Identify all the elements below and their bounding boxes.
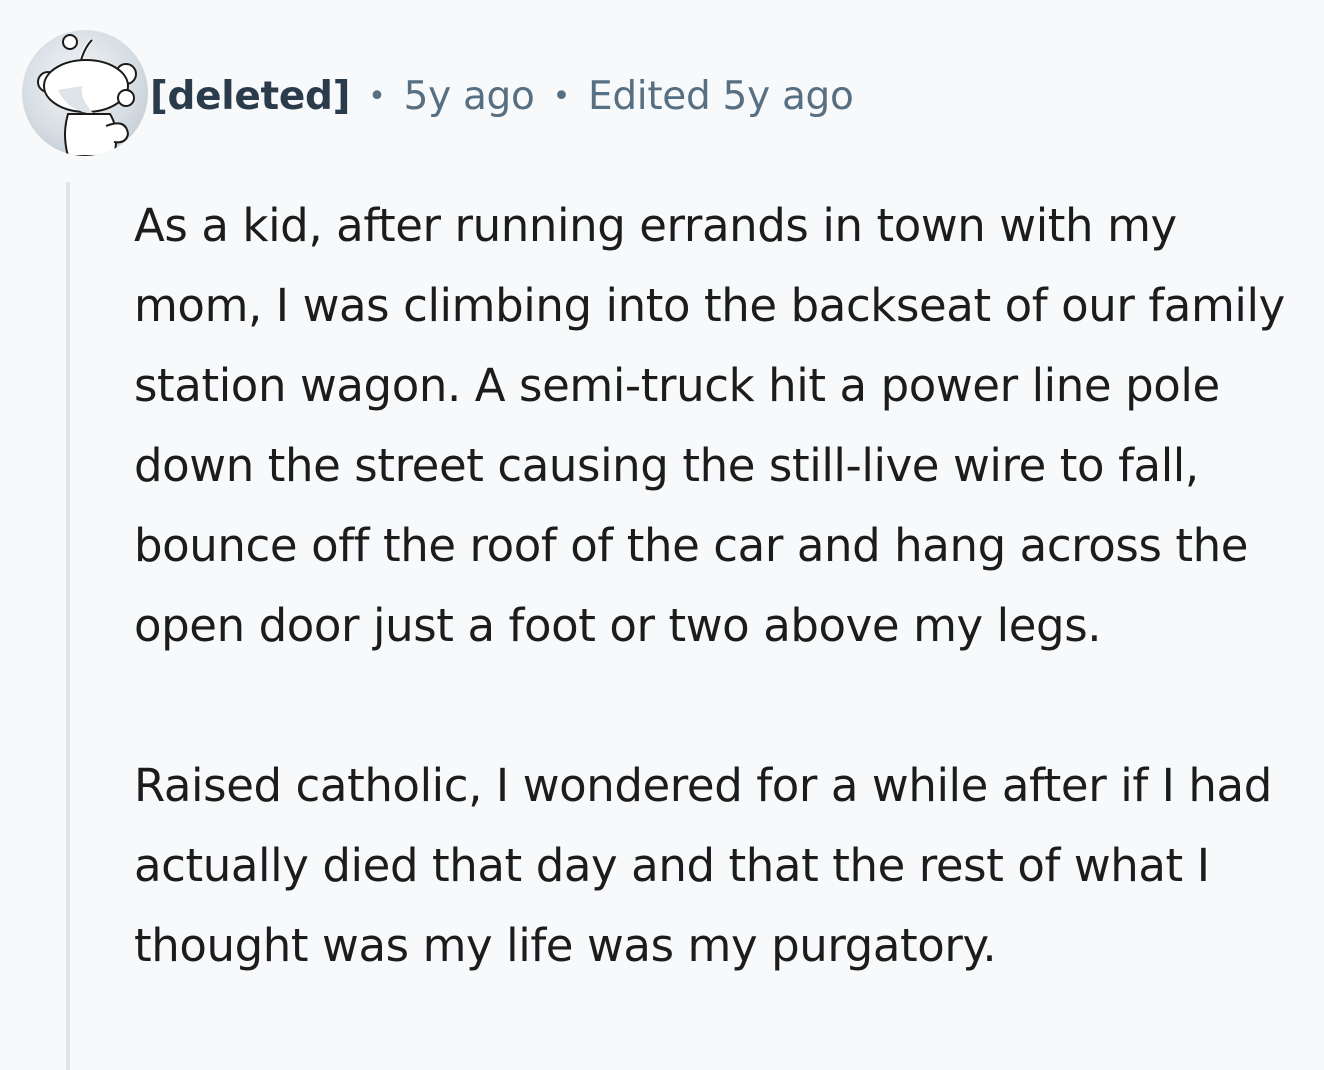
thread-line[interactable] bbox=[66, 182, 70, 1070]
posted-time[interactable]: 5y ago bbox=[404, 74, 535, 119]
edited-label: Edited 5y ago bbox=[587, 73, 854, 119]
author-name[interactable]: [deleted] bbox=[150, 74, 350, 119]
comment-body: As a kid, after running errands in town … bbox=[134, 186, 1304, 986]
snoo-avatar-icon bbox=[37, 34, 137, 156]
comment-paragraph: Raised catholic, I wondered for a while … bbox=[134, 759, 1272, 972]
comment-meta: [deleted] • 5y ago • Edited 5y ago bbox=[150, 66, 854, 126]
avatar[interactable] bbox=[22, 30, 148, 156]
comment: [deleted] • 5y ago • Edited 5y ago As a … bbox=[0, 0, 1324, 1070]
separator-dot: • bbox=[368, 78, 386, 114]
comment-paragraph: As a kid, after running errands in town … bbox=[134, 199, 1285, 652]
separator-dot: • bbox=[552, 78, 571, 114]
